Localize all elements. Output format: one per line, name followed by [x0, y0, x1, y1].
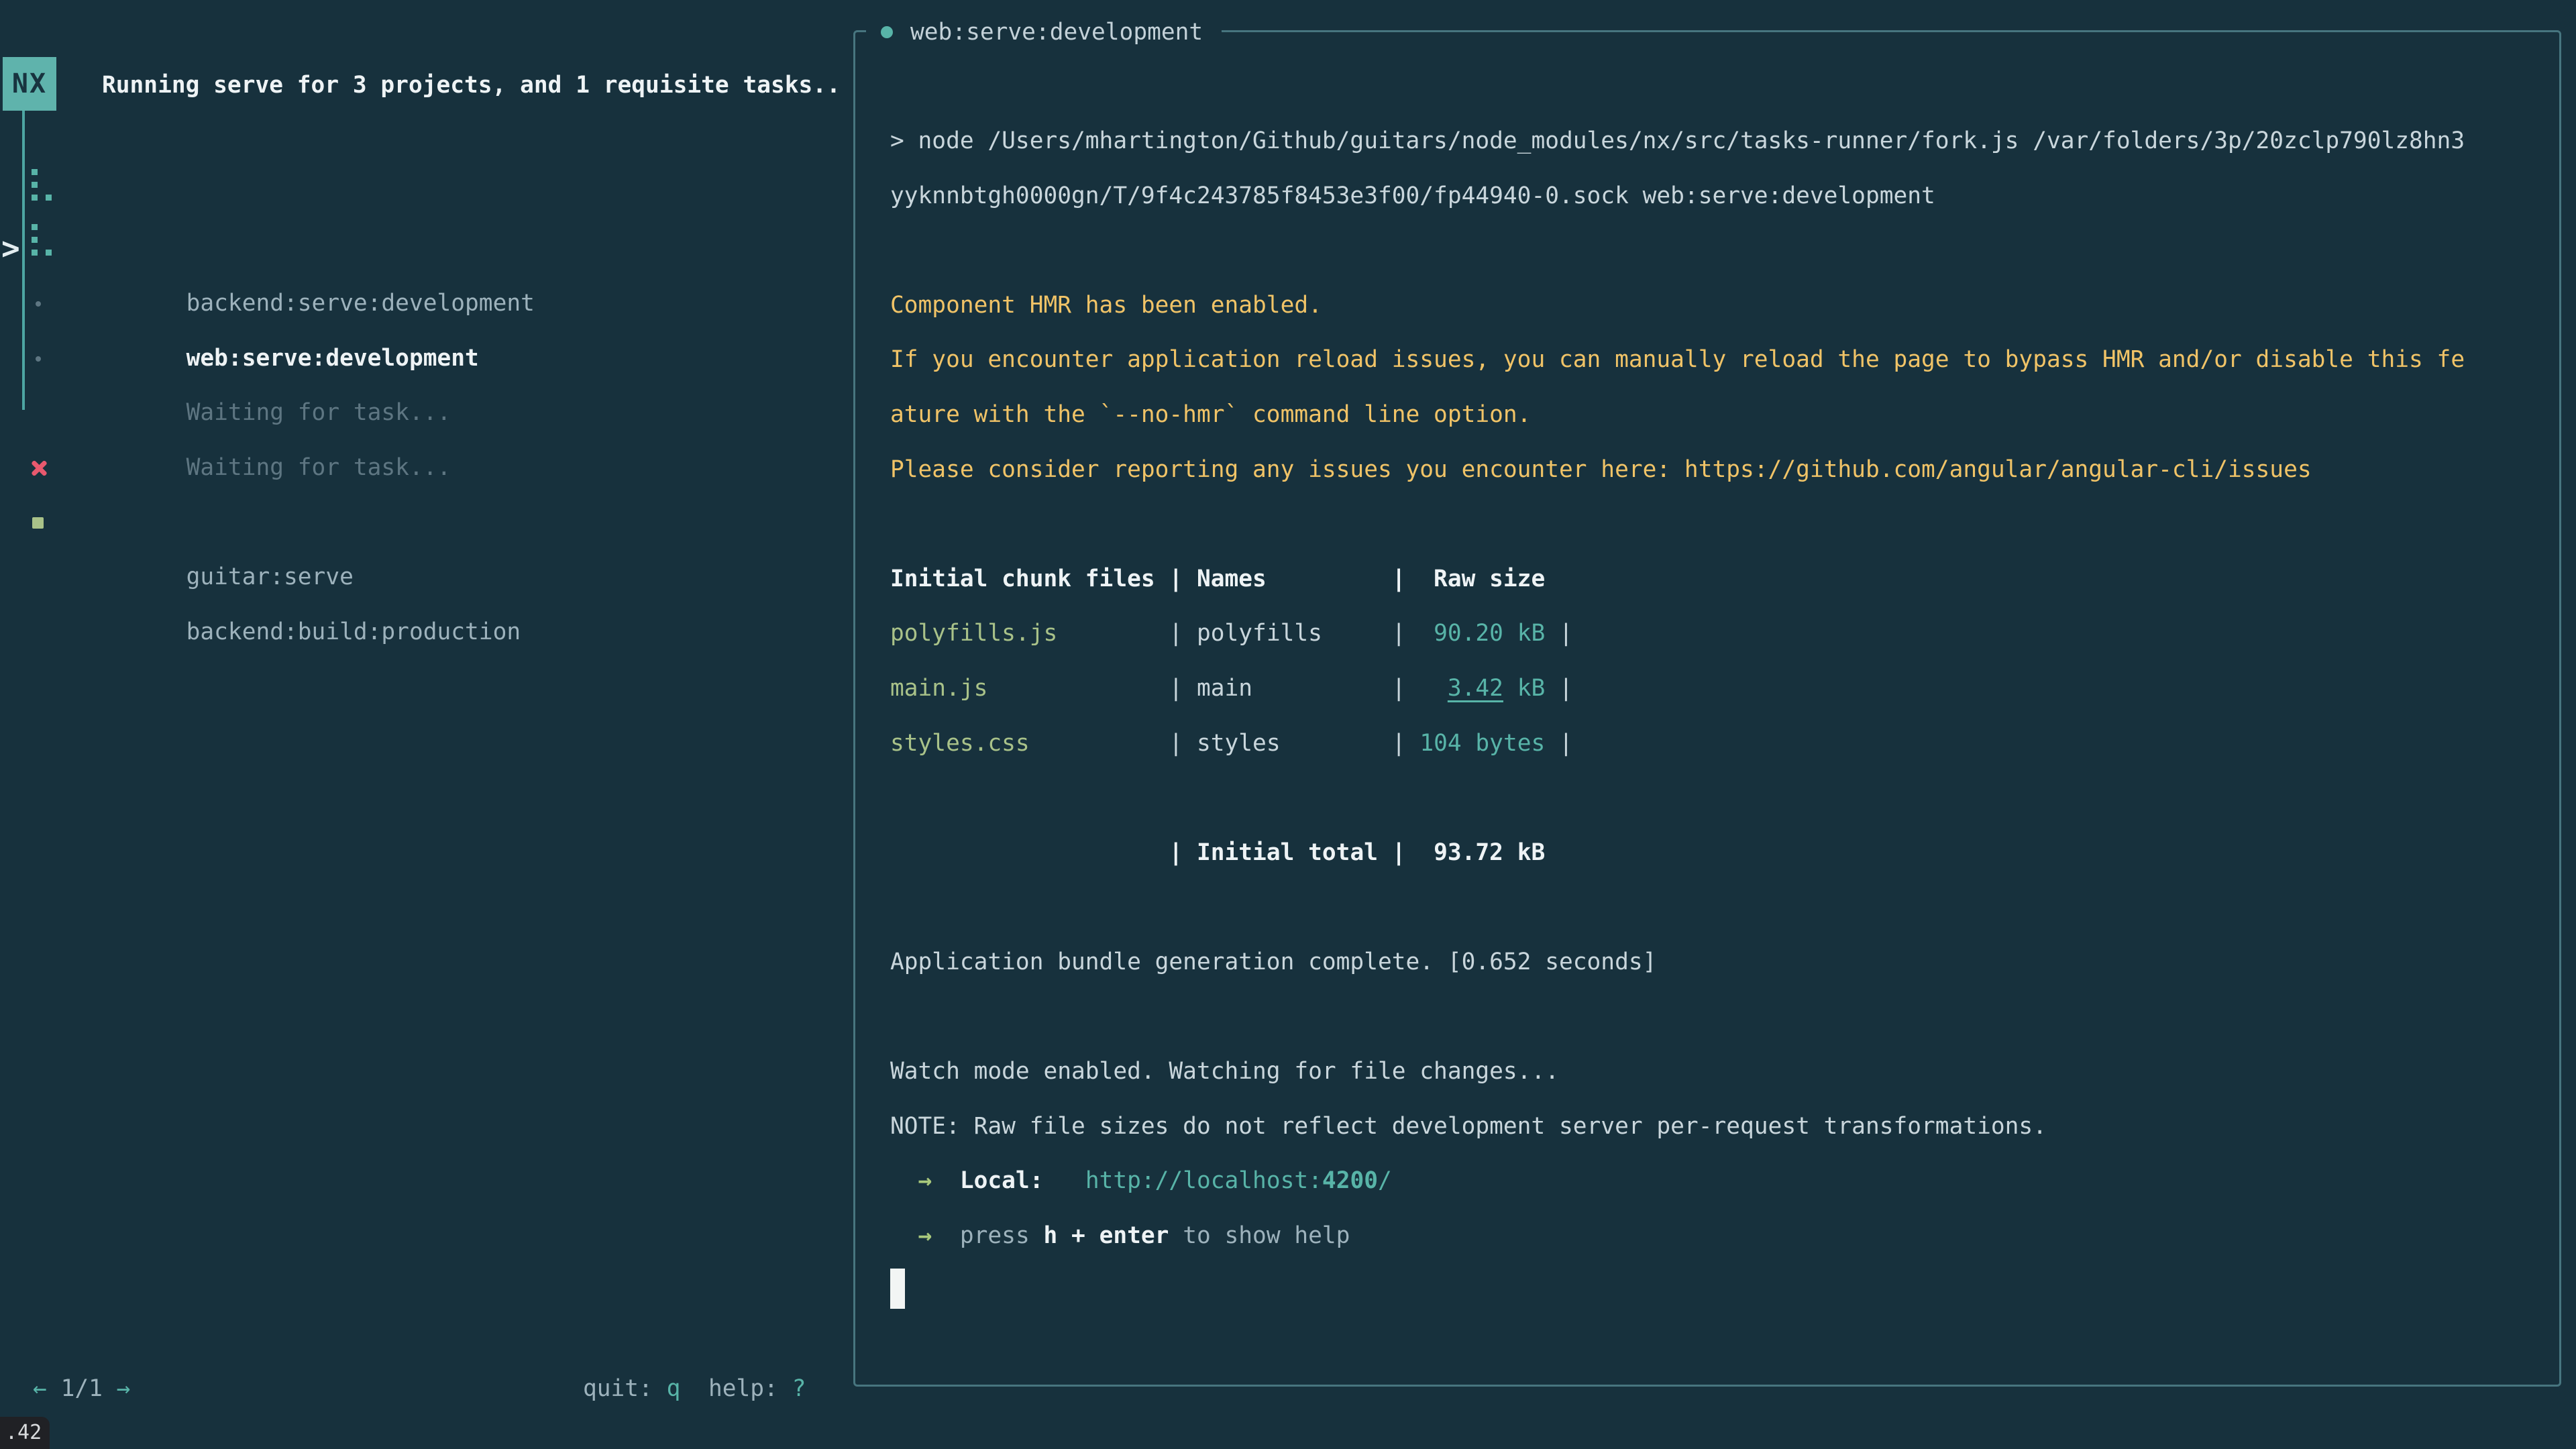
help-bar: quit: q help: ?	[583, 1374, 806, 1403]
quit-label: quit:	[583, 1375, 667, 1402]
press-help-line: → press h + enter to show help	[890, 1209, 2554, 1264]
localhost-port[interactable]: 4200	[1322, 1167, 1378, 1194]
help-key: ?	[792, 1375, 806, 1402]
pager: ← 1/1 →	[33, 1374, 130, 1403]
bundle-complete-line: Application bundle generation complete. …	[890, 935, 2554, 990]
local-label: Local:	[960, 1167, 1044, 1194]
hmr-report-line: Please consider reporting any issues you…	[890, 443, 2554, 498]
task-row-waiting-2[interactable]: Waiting for task...	[33, 331, 535, 386]
task-tree-line	[22, 111, 25, 410]
terminal-cursor[interactable]	[890, 1269, 905, 1309]
pager-prev-arrow-icon[interactable]: ←	[33, 1375, 47, 1402]
chunk-table-row: main.js | main | 3.42 kB |	[890, 661, 2554, 716]
spinner-icon	[32, 224, 53, 258]
pager-label	[47, 1375, 61, 1402]
running-dot-icon	[881, 26, 893, 38]
hmr-warn-line-1: If you encounter application reload issu…	[890, 333, 2554, 388]
chunk-table-header: Initial chunk files | Names | Raw size	[890, 552, 2554, 607]
pager-current: 1/1	[61, 1375, 103, 1402]
terminal-screen: NX Running serve for 3 projects, and 1 r…	[0, 0, 2576, 1449]
waiting-dot-icon	[36, 356, 41, 362]
chunk-table-row: styles.css | styles | 104 bytes |	[890, 716, 2554, 771]
note-line: NOTE: Raw file sizes do not reflect deve…	[890, 1099, 2554, 1155]
task-row-blank	[33, 386, 535, 441]
chunk-table-total-row: | Initial total | 93.72 kB	[890, 826, 2554, 881]
task-row-backend-build[interactable]: backend:build:production	[33, 496, 535, 551]
task-label: guitar:serve	[186, 564, 354, 590]
chunk-table-row: polyfills.js | polyfills | 90.20 kB |	[890, 606, 2554, 661]
pager-next-arrow-icon[interactable]: →	[117, 1375, 131, 1402]
help-label: help:	[680, 1375, 792, 1402]
selected-task-chevron-icon: >	[1, 230, 20, 266]
pager-label	[103, 1375, 117, 1402]
arrow-icon: →	[918, 1222, 932, 1249]
localhost-link[interactable]: http://localhost:	[1085, 1167, 1322, 1194]
task-row-waiting-1[interactable]: Waiting for task...	[33, 276, 535, 331]
arrow-icon: →	[918, 1167, 932, 1194]
task-row-backend-serve[interactable]: backend:serve:development	[33, 167, 535, 222]
local-url-line: → Local: http://localhost:4200/	[890, 1154, 2554, 1209]
watch-mode-line: Watch mode enabled. Watching for file ch…	[890, 1044, 2554, 1099]
task-row-web-serve[interactable]: web:serve:development	[33, 222, 535, 277]
blank-line	[890, 990, 2554, 1045]
nx-logo-badge: NX	[3, 57, 56, 111]
task-row-guitar-serve[interactable]: guitar:serve	[33, 441, 535, 496]
blank-line	[890, 223, 2554, 278]
waiting-dot-icon	[36, 301, 41, 307]
failed-x-icon	[31, 460, 47, 476]
task-list: backend:serve:development web:serve:deve…	[33, 167, 535, 550]
hmr-warn-line-2: ature with the `--no-hmr` command line o…	[890, 388, 2554, 443]
keyboard-shortcut: h + enter	[1044, 1222, 1169, 1249]
run-summary-title: Running serve for 3 projects, and 1 requ…	[102, 70, 841, 100]
panel-title: web:serve:development	[910, 19, 1203, 46]
panel-output: > node /Users/mhartington/Github/guitars…	[890, 114, 2554, 1318]
corner-overlay-badge: .42	[0, 1417, 50, 1449]
hmr-enabled-line: Component HMR has been enabled.	[890, 278, 2554, 333]
quit-key: q	[667, 1375, 681, 1402]
blank-line	[890, 497, 2554, 552]
cursor-line	[890, 1263, 2554, 1318]
cmd-line-1: > node /Users/mhartington/Github/guitars…	[890, 114, 2554, 169]
localhost-slash[interactable]: /	[1378, 1167, 1392, 1194]
success-square-icon	[32, 517, 44, 529]
blank-line	[890, 771, 2554, 826]
blank-line	[890, 880, 2554, 935]
cmd-line-2: yyknnbtgh0000gn/T/9f4c243785f8453e3f00/f…	[890, 169, 2554, 224]
panel-legend: web:serve:development	[866, 15, 1222, 50]
spinner-icon	[32, 169, 53, 203]
task-label: backend:build:production	[186, 619, 521, 645]
task-output-panel: web:serve:development > node /Users/mhar…	[853, 30, 2561, 1387]
